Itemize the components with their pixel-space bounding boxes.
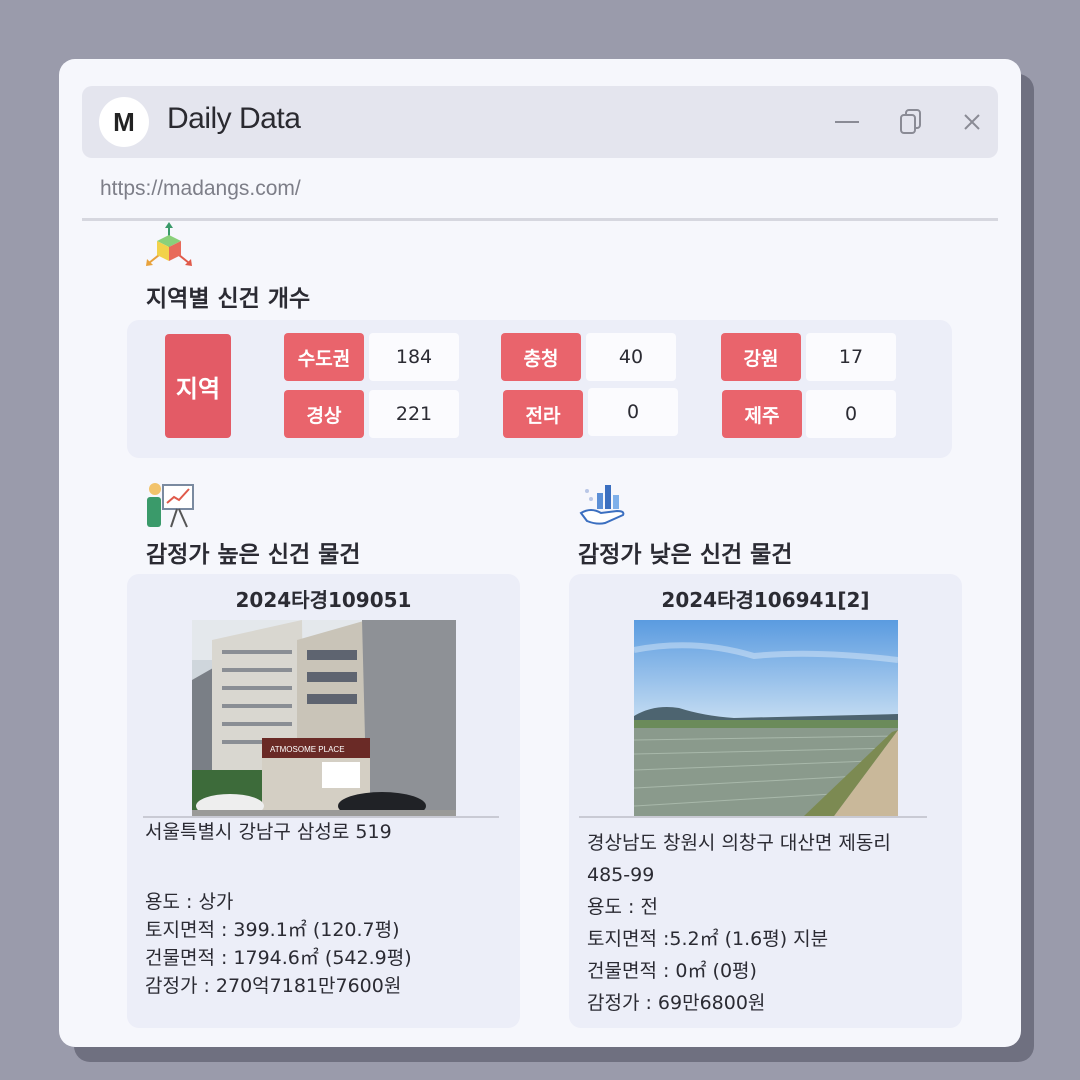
region-label-gyeongsang: 경상 [284, 390, 364, 438]
high-property-card[interactable]: 2024타경109051 ATMOSOME PLACE 서울특별시 강남구 삼성… [127, 574, 520, 1028]
high-section-title: 감정가 높은 신건 물건 [146, 542, 361, 568]
title-bar: M Daily Data [82, 86, 998, 158]
property-info: 경상남도 창원시 의창구 대산면 제동리 485-99 용도 : 전 토지면적 … [587, 827, 891, 1019]
building-sign-text: ATMOSOME PLACE [270, 745, 345, 754]
copy-button[interactable] [894, 104, 930, 140]
appraisal-price: 감정가 : 270억7181만7600원 [145, 975, 402, 997]
usage: 용도 : 전 [587, 896, 658, 918]
region-label-jeolla: 전라 [503, 390, 583, 438]
address: 경상남도 창원시 의창구 대산면 제동리 [587, 832, 891, 854]
region-count-gangwon: 17 [806, 333, 896, 381]
minimize-icon [835, 121, 859, 123]
cube-axes-icon [146, 222, 192, 266]
property-photo: ATMOSOME PLACE [192, 620, 456, 816]
minimize-button[interactable] [830, 104, 866, 140]
presentation-chart-icon [147, 483, 194, 528]
region-count-jeju: 0 [806, 390, 896, 438]
building-area: 건물면적 : 0㎡ (0평) [587, 960, 757, 982]
address-cont: 485-99 [587, 864, 655, 886]
close-icon [964, 114, 980, 130]
photo-divider [579, 816, 927, 818]
address-cont [145, 846, 412, 874]
region-panel: 지역 수도권 184 충청 40 강원 17 경상 221 전라 0 제주 0 [127, 320, 952, 458]
low-section-title: 감정가 낮은 신건 물건 [578, 542, 793, 568]
region-count-jeolla: 0 [588, 388, 678, 436]
property-photo [634, 620, 898, 816]
copy-icon [900, 109, 921, 134]
region-count-capital: 184 [369, 333, 459, 381]
usage: 용도 : 상가 [145, 891, 234, 913]
property-info: 서울특별시 강남구 삼성로 519 용도 : 상가 토지면적 : 399.1㎡ … [145, 818, 412, 1000]
region-section-title: 지역별 신건 개수 [146, 286, 311, 312]
hand-bar-chart-icon [579, 485, 625, 525]
region-label-chungcheong: 충청 [501, 333, 581, 381]
region-label-capital: 수도권 [284, 333, 364, 381]
building-area: 건물면적 : 1794.6㎡ (542.9평) [145, 947, 412, 969]
land-area: 토지면적 :5.2㎡ (1.6평) 지분 [587, 928, 829, 950]
appraisal-price: 감정가 : 69만6800원 [587, 992, 766, 1014]
region-count-gyeongsang: 221 [369, 390, 459, 438]
close-button[interactable] [954, 104, 990, 140]
address: 서울특별시 강남구 삼성로 519 [145, 821, 392, 843]
app-title: Daily Data [167, 102, 301, 135]
low-property-card[interactable]: 2024타경106941[2] 경상남도 창원시 의창구 대산면 제동리 485… [569, 574, 962, 1028]
region-label-jeju: 제주 [722, 390, 802, 438]
region-count-chungcheong: 40 [586, 333, 676, 381]
app-window: M Daily Data https://madangs.com/ 지역별 신건… [59, 59, 1021, 1047]
case-number: 2024타경106941[2] [661, 588, 870, 612]
region-main-label: 지역 [165, 334, 231, 438]
divider [82, 218, 998, 221]
url-text[interactable]: https://madangs.com/ [100, 177, 301, 201]
region-label-gangwon: 강원 [721, 333, 801, 381]
case-number: 2024타경109051 [235, 588, 412, 612]
land-area: 토지면적 : 399.1㎡ (120.7평) [145, 919, 400, 941]
app-logo: M [99, 97, 149, 147]
